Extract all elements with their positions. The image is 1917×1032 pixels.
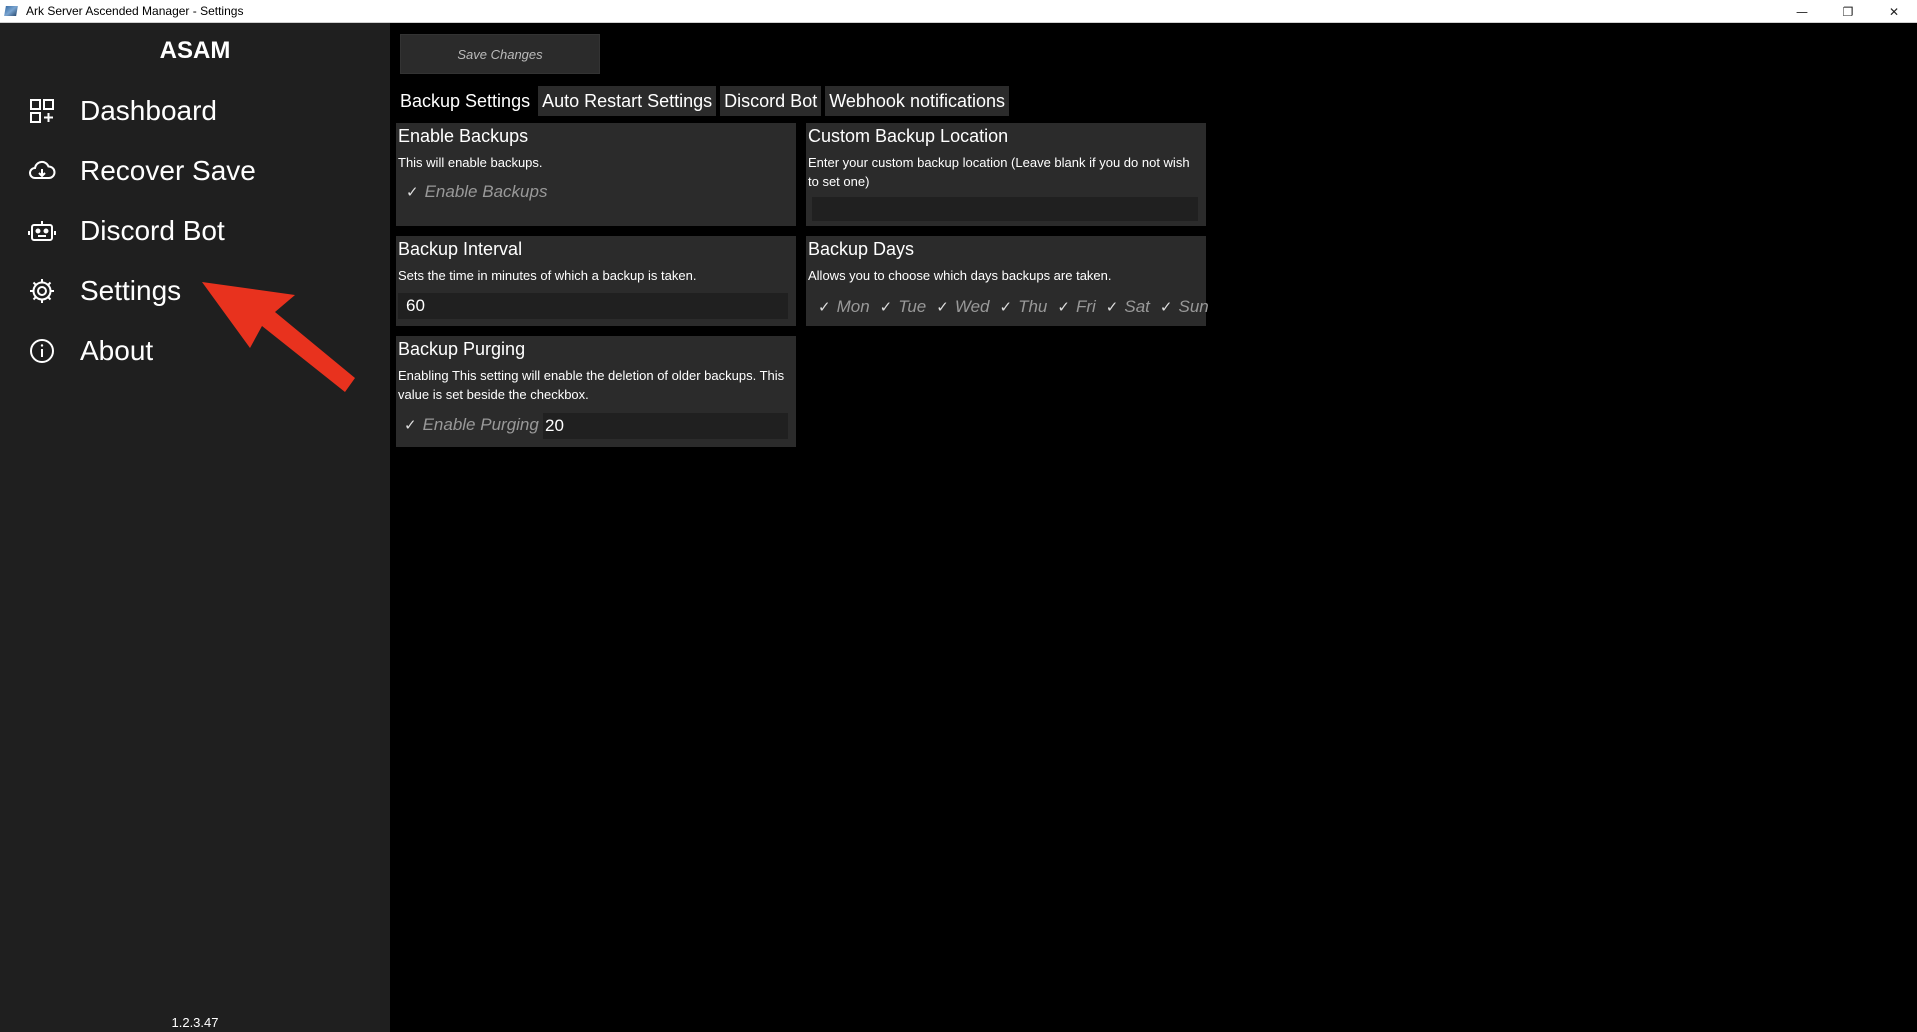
dashboard-icon [28, 97, 56, 125]
bot-icon [28, 217, 56, 245]
sidebar-item-settings[interactable]: Settings [28, 269, 181, 313]
backup-days-card: Backup Days Allows you to choose which d… [806, 236, 1209, 326]
enable-purging-checkbox[interactable]: ✓ Enable Purging [404, 415, 539, 435]
checkbox-label: Enable Purging [422, 415, 539, 434]
version-label: 1.2.3.47 [171, 1015, 219, 1030]
tab-discord-bot[interactable]: Discord Bot [720, 86, 822, 116]
sidebar-item-label: Recover Save [80, 155, 256, 186]
sidebar-item-label: Settings [80, 275, 182, 306]
title-bar: Ark Server Ascended Manager - Settings —… [0, 0, 1917, 23]
checkmark-icon: ✓ [936, 299, 949, 316]
card-title: Backup Purging [398, 339, 526, 359]
annotation-arrow-icon [202, 282, 355, 392]
checkmark-icon: ✓ [1105, 299, 1119, 316]
purging-value-input[interactable]: 20 [543, 413, 788, 439]
checkmark-icon: ✓ [818, 299, 831, 316]
backup-interval-input[interactable]: 60 [398, 293, 788, 319]
gear-icon [28, 277, 56, 305]
enable-backups-card: Enable Backups This will enable backups.… [396, 123, 796, 226]
backup-days-checkboxes: ✓ Mon ✓ Tue ✓ Wed ✓ Thu ✓ Fri ✓ Sat ✓ Sun [818, 297, 1219, 317]
card-title: Custom Backup Location [808, 126, 1009, 146]
sidebar-item-label: Dashboard [80, 95, 217, 126]
day-checkbox-thu[interactable]: ✓ Thu [1000, 297, 1048, 317]
card-description: Sets the time in minutes of which a back… [398, 268, 697, 283]
card-title: Backup Days [808, 239, 915, 259]
brand-title: ASAM [159, 37, 231, 64]
restore-button[interactable]: ❐ [1825, 0, 1871, 23]
day-checkbox-tue[interactable]: ✓ Tue [880, 297, 927, 317]
card-description: This will enable backups. [398, 155, 543, 170]
day-checkbox-wed[interactable]: ✓ Wed [936, 297, 989, 317]
settings-tabs: Backup Settings Auto Restart Settings Di… [396, 86, 1013, 116]
day-label: Tue [898, 297, 927, 316]
tab-backup-settings[interactable]: Backup Settings [396, 86, 535, 116]
sidebar-item-label: Discord Bot [80, 215, 225, 246]
day-checkbox-sat[interactable]: ✓ Sat [1106, 297, 1150, 317]
minimize-button[interactable]: — [1779, 0, 1825, 23]
sidebar-item-about[interactable]: About [28, 329, 153, 373]
day-label: Thu [1018, 297, 1048, 316]
checkmark-icon: ✓ [999, 299, 1013, 316]
day-label: Sun [1178, 297, 1209, 316]
window-title: Ark Server Ascended Manager - Settings [26, 4, 244, 18]
card-title: Enable Backups [398, 126, 529, 146]
card-title: Backup Interval [398, 239, 523, 259]
day-label: Wed [954, 297, 990, 316]
save-changes-button[interactable]: Save Changes [400, 34, 600, 74]
day-label: Mon [836, 297, 870, 316]
enable-backups-checkbox[interactable]: ✓ Enable Backups [406, 182, 547, 202]
window-controls: — ❐ ✕ [1779, 0, 1917, 23]
day-checkbox-fri[interactable]: ✓ Fri [1057, 297, 1095, 317]
sidebar-item-recover-save[interactable]: Recover Save [28, 149, 256, 193]
backup-purging-card: Backup Purging Enabling This setting wil… [396, 336, 796, 447]
sidebar-item-dashboard[interactable]: Dashboard [28, 89, 217, 133]
backup-interval-card: Backup Interval Sets the time in minutes… [396, 236, 796, 326]
info-icon [28, 337, 56, 365]
checkmark-icon: ✓ [1057, 299, 1070, 316]
day-checkbox-sun[interactable]: ✓ Sun [1160, 297, 1209, 317]
checkmark-icon: ✓ [1159, 299, 1173, 316]
custom-backup-location-card: Custom Backup Location Enter your custom… [806, 123, 1206, 226]
day-checkbox-mon[interactable]: ✓ Mon [818, 297, 870, 317]
card-description: Allows you to choose which days backups … [808, 268, 1112, 283]
close-button[interactable]: ✕ [1871, 0, 1917, 23]
tab-webhook-notifications[interactable]: Webhook notifications [825, 86, 1009, 116]
checkmark-icon: ✓ [404, 417, 417, 434]
sidebar: ASAM Dashboard Recover Save Discord Bot … [0, 23, 390, 1032]
checkmark-icon: ✓ [879, 299, 893, 316]
cloud-download-icon [28, 157, 56, 185]
main-content: Save Changes Backup Settings Auto Restar… [390, 23, 1917, 1032]
sidebar-item-label: About [80, 335, 154, 366]
custom-location-input[interactable] [812, 197, 1198, 221]
card-description: Enabling This setting will enable the de… [398, 368, 785, 402]
checkbox-label: Enable Backups [424, 182, 548, 201]
day-label: Sat [1124, 297, 1150, 316]
card-description: Enter your custom backup location (Leave… [808, 155, 1190, 189]
tab-auto-restart-settings[interactable]: Auto Restart Settings [538, 86, 717, 116]
day-label: Fri [1075, 297, 1096, 316]
sidebar-item-discord-bot[interactable]: Discord Bot [28, 209, 225, 253]
app-icon [4, 4, 18, 18]
checkmark-icon: ✓ [406, 184, 419, 201]
